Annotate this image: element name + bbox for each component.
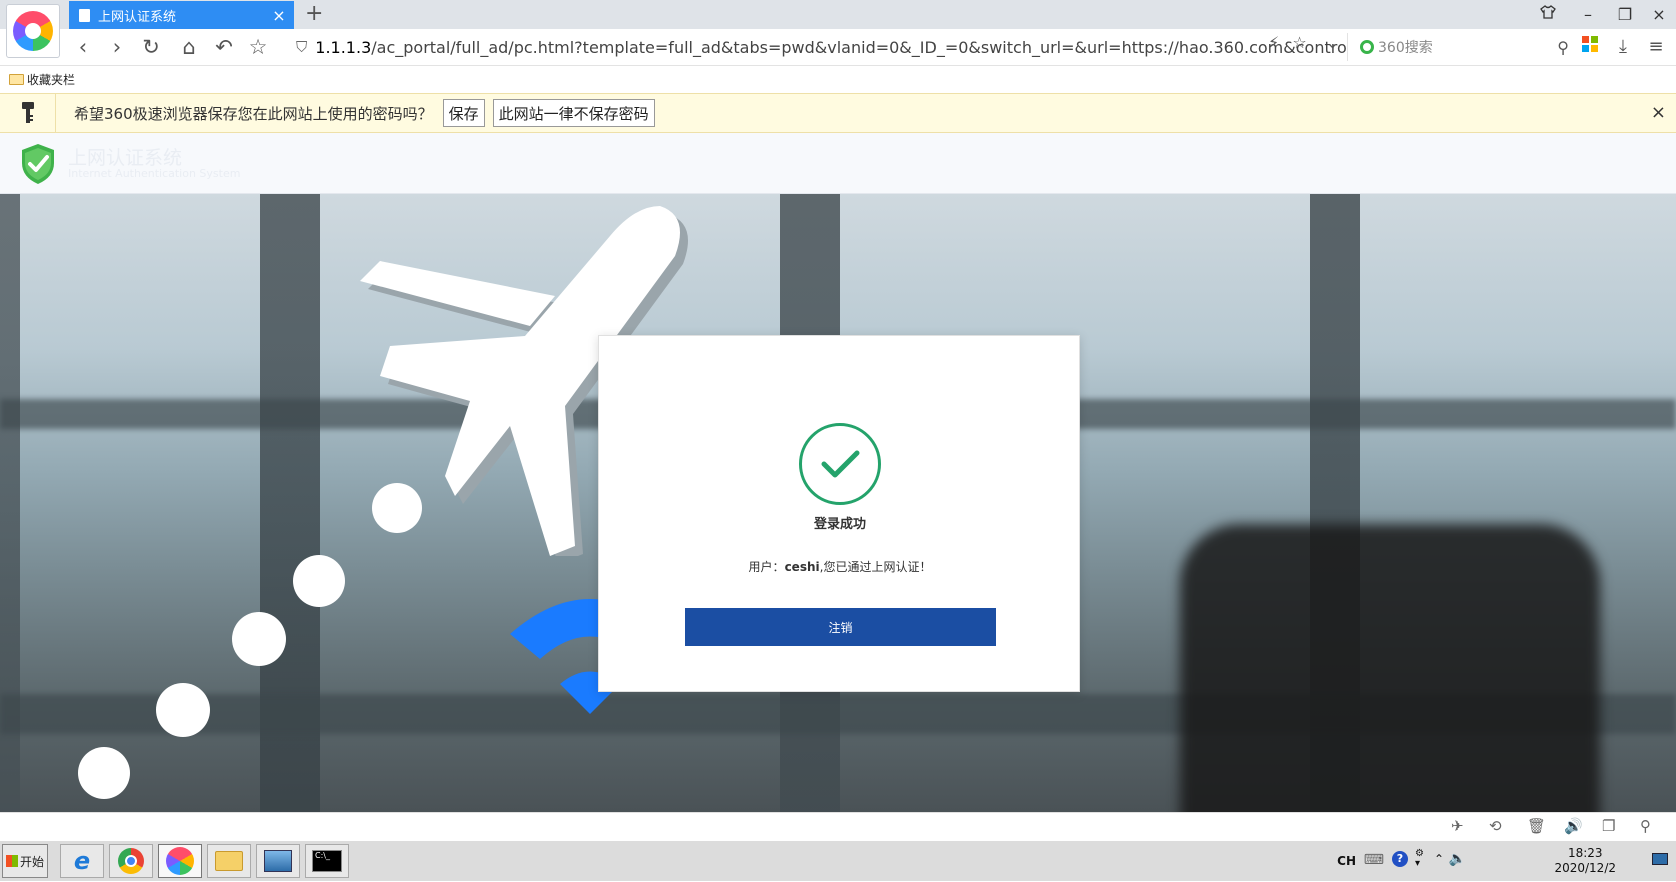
dropdown-chevron-icon[interactable]: ⌄ — [1326, 33, 1339, 52]
decor-bubble — [372, 483, 422, 533]
keyboard-icon[interactable]: ⌨ — [1364, 852, 1384, 868]
home-icon[interactable]: ⌂ — [175, 33, 203, 61]
save-password-message: 希望360极速浏览器保存您在此网站上使用的密码吗？ — [74, 104, 433, 123]
menu-icon[interactable]: ≡ — [1642, 33, 1670, 61]
bookmarks-bar: 收藏夹栏 — [0, 66, 1676, 93]
never-save-password-button[interactable]: 此网站一律不保存密码 — [492, 99, 655, 127]
save-password-bar: 希望360极速浏览器保存您在此网站上使用的密码吗？ 保存 此网站一律不保存密码 … — [0, 93, 1676, 133]
message-prefix: 用户： — [748, 560, 785, 574]
reload-icon[interactable]: ↻ — [137, 33, 165, 61]
decor-bubble — [293, 555, 345, 607]
image-viewer-icon — [264, 850, 292, 872]
help-icon[interactable]: ? — [1392, 851, 1408, 867]
background-silhouette — [1180, 524, 1600, 812]
bookmark-star-icon[interactable]: ☆ — [1292, 33, 1306, 52]
url-host: 1.1.1.3 — [315, 37, 372, 57]
ime-options-icon[interactable]: ⚙ ▾ — [1415, 849, 1424, 869]
taskbar-cmd[interactable]: C:\_ — [305, 844, 349, 878]
shield-check-icon — [22, 144, 54, 184]
browser-logo[interactable] — [6, 4, 60, 58]
tab-close-icon[interactable]: × — [268, 6, 290, 25]
portal-title: 上网认证系统 — [68, 147, 183, 169]
volume-muted-icon[interactable]: 🔈 — [1449, 851, 1466, 867]
success-message: 用户：ceshi,您已通过上网认证！ — [599, 558, 1081, 575]
key-icon — [0, 94, 56, 132]
search-placeholder: 360搜索 — [1378, 40, 1433, 56]
bookmarks-folder-label[interactable]: 收藏夹栏 — [27, 71, 75, 88]
360-browser-icon — [166, 847, 194, 875]
input-language[interactable]: CH — [1337, 854, 1356, 868]
360-browser-logo-icon — [13, 11, 53, 51]
browser-status-bar: ✈ ⟲ 🗑 🔊 ❐ ⚲ — [0, 812, 1676, 840]
taskbar-ie[interactable]: e — [60, 844, 104, 878]
restore-button[interactable]: ❐ — [1610, 4, 1640, 26]
portal-page: 上网认证系统 Internet Authentication System 登录… — [0, 133, 1676, 812]
clock[interactable]: 18:23 2020/12/2 — [1554, 846, 1616, 876]
windows-logo-icon — [5, 855, 18, 867]
skin-icon[interactable] — [1533, 4, 1563, 26]
navigation-bar: ‹ › ↻ ⌂ ↶ ☆ ⛉ 1.1.1.3/ac_portal/full_ad/… — [0, 29, 1676, 66]
folder-icon — [9, 74, 24, 85]
speed-mode-icon[interactable]: ⚡ — [1268, 33, 1279, 52]
tab-title: 上网认证系统 — [98, 9, 177, 25]
sound-icon[interactable]: 🔊 — [1564, 817, 1583, 835]
show-desktop-icon[interactable] — [1652, 853, 1668, 865]
taskbar: 开始 e C:\_ CH ⌨ ? ⚙ ▾ ⌃ 🔈 18:23 2020/12/2 — [0, 840, 1676, 881]
clock-date: 2020/12/2 — [1554, 861, 1616, 875]
address-bar[interactable]: ⛉ 1.1.1.3/ac_portal/full_ad/pc.html?temp… — [288, 32, 1348, 62]
search-icon[interactable]: ⚲ — [1557, 38, 1569, 57]
success-check-icon — [799, 423, 881, 505]
close-password-bar-icon[interactable]: × — [1651, 102, 1666, 123]
decor-bubble — [156, 683, 210, 737]
forward-icon[interactable]: › — [103, 33, 131, 61]
search-input[interactable]: 360搜索 ⚲ — [1347, 33, 1577, 61]
taskbar-chrome[interactable] — [109, 844, 153, 878]
start-label: 开始 — [19, 854, 44, 869]
chrome-icon — [118, 848, 144, 874]
tab-strip: 上网认证系统 × + – ❐ × — [0, 0, 1676, 58]
page-icon — [79, 8, 90, 22]
taskbar-image-viewer[interactable] — [256, 844, 300, 878]
accelerate-icon[interactable]: ✈ — [1451, 817, 1464, 835]
username: ceshi — [784, 560, 820, 574]
clear-trash-icon[interactable]: 🗑 — [1527, 817, 1546, 835]
save-password-button[interactable]: 保存 — [442, 99, 485, 127]
new-tab-button[interactable]: + — [305, 3, 323, 25]
start-button[interactable]: 开始 — [2, 844, 48, 878]
site-security-icon[interactable]: ⛉ — [296, 38, 307, 56]
clock-time: 18:23 — [1567, 846, 1603, 860]
address-tools: ⚡ ☆ ⌄ — [1268, 33, 1339, 52]
login-success-card: 登录成功 用户：ceshi,您已通过上网认证！ 注销 — [598, 335, 1080, 692]
apps-grid-icon[interactable] — [1576, 33, 1604, 61]
hero-background: 登录成功 用户：ceshi,您已通过上网认证！ 注销 — [0, 194, 1676, 812]
close-window-button[interactable]: × — [1644, 4, 1674, 26]
tab-portal[interactable]: 上网认证系统 × — [69, 1, 294, 29]
decor-bubble — [78, 747, 130, 799]
back-icon[interactable]: ‹ — [69, 33, 97, 61]
360-search-icon — [1360, 40, 1374, 54]
download-icon[interactable]: ⤓ — [1609, 33, 1637, 61]
taskbar-360-browser[interactable] — [158, 844, 202, 878]
decor-bubble — [232, 612, 286, 666]
file-explorer-icon — [215, 851, 243, 871]
portal-subtitle: Internet Authentication System — [68, 167, 241, 180]
window-icon[interactable]: ❐ — [1602, 817, 1615, 835]
show-hidden-icons[interactable]: ⌃ — [1434, 852, 1444, 866]
zoom-icon[interactable]: ⚲ — [1640, 817, 1651, 835]
success-title: 登录成功 — [813, 517, 866, 532]
internet-explorer-icon: e — [73, 847, 91, 875]
url-text[interactable]: 1.1.1.3/ac_portal/full_ad/pc.html?templa… — [315, 38, 1348, 57]
command-prompt-icon: C:\_ — [312, 850, 342, 872]
url-path: /ac_portal/full_ad/pc.html?template=full… — [371, 37, 1347, 57]
capture-icon[interactable]: ⟲ — [1489, 817, 1502, 835]
logout-button[interactable]: 注销 — [685, 608, 996, 646]
message-suffix: ,您已通过上网认证！ — [819, 560, 932, 574]
undo-close-icon[interactable]: ↶ — [210, 33, 238, 61]
minimize-button[interactable]: – — [1573, 4, 1603, 26]
portal-header: 上网认证系统 Internet Authentication System — [0, 133, 1676, 194]
favorite-icon[interactable]: ☆ — [244, 33, 272, 61]
taskbar-explorer[interactable] — [207, 844, 251, 878]
